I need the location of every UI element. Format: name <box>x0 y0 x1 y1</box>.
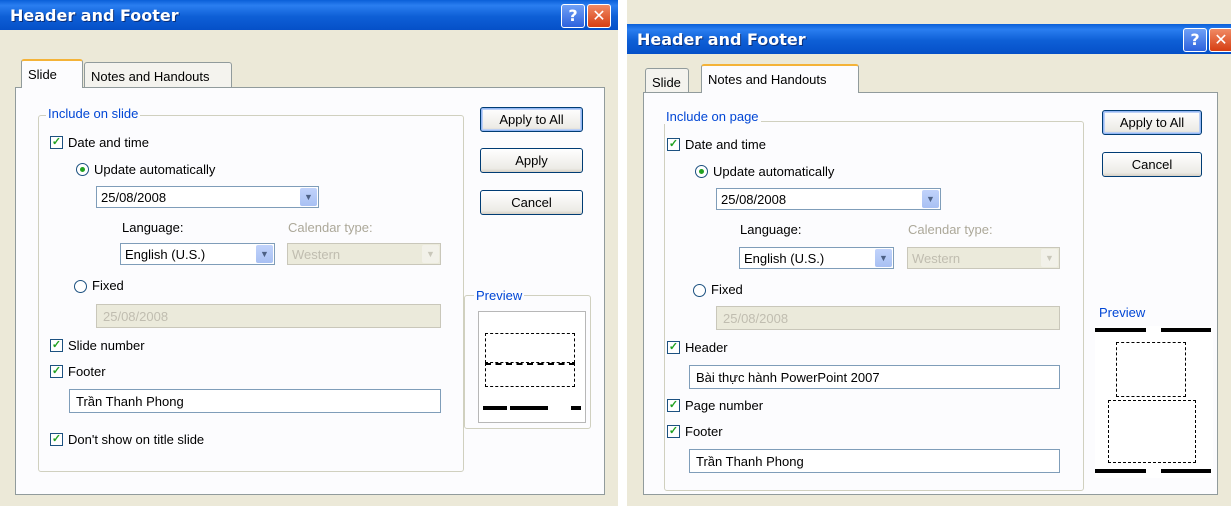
tab-notes-handouts[interactable]: Notes and Handouts <box>701 64 859 93</box>
calendar-type-label: Calendar type: <box>908 222 993 237</box>
apply-button[interactable]: Apply <box>480 148 583 173</box>
preview-footer-bar <box>510 406 548 410</box>
language-label: Language: <box>122 220 184 235</box>
chevron-down-icon: ▼ <box>1041 249 1058 267</box>
dialog-slide: Header and Footer ? ✕ Slide Notes and Ha… <box>0 0 618 506</box>
preview-notes-placeholder <box>1108 400 1196 463</box>
tab-slide[interactable]: Slide <box>21 59 83 88</box>
footer-label: Footer <box>68 364 106 379</box>
dialog-notes-handouts: Header and Footer ? ✕ Slide Notes and Ha… <box>627 0 1231 506</box>
date-time-checkbox[interactable]: ✓ <box>667 138 680 151</box>
apply-to-all-button[interactable]: Apply to All <box>1102 110 1202 135</box>
update-auto-radio[interactable] <box>695 165 708 178</box>
preview-number-bar <box>1161 469 1211 473</box>
preview-date-bar <box>1161 328 1211 332</box>
preview-label: Preview <box>474 288 525 303</box>
update-auto-label: Update automatically <box>713 164 835 179</box>
fixed-date-field: 25/08/2008 <box>716 306 1060 330</box>
language-value: English (U.S.) <box>744 251 825 266</box>
date-time-label: Date and time <box>68 135 149 150</box>
radio-selected-dot <box>699 169 704 174</box>
fixed-label: Fixed <box>711 282 743 297</box>
preview-header-bar <box>1095 328 1146 332</box>
dialog-title: Header and Footer <box>637 30 806 49</box>
calendar-type-select: Western ▼ <box>907 247 1060 269</box>
tab-panel: Include on slide ✓ Date and time Update … <box>15 87 605 495</box>
preview-label: Preview <box>1097 305 1148 320</box>
language-label: Language: <box>740 222 802 237</box>
calendar-type-value: Western <box>912 251 961 266</box>
header-label: Header <box>685 340 728 355</box>
header-input[interactable]: Bài thực hành PowerPoint 2007 <box>689 365 1060 389</box>
page-number-label: Page number <box>685 398 764 413</box>
radio-selected-dot <box>80 167 85 172</box>
footer-checkbox[interactable]: ✓ <box>50 365 63 378</box>
dont-show-title-checkbox[interactable]: ✓ <box>50 433 63 446</box>
slide-number-checkbox[interactable]: ✓ <box>50 339 63 352</box>
slide-preview <box>478 311 586 423</box>
preview-slide-placeholder <box>1116 342 1186 397</box>
chevron-down-icon: ▼ <box>256 245 273 263</box>
page-number-checkbox[interactable]: ✓ <box>667 399 680 412</box>
cancel-button[interactable]: Cancel <box>1102 152 1202 177</box>
chevron-down-icon: ▼ <box>922 190 939 208</box>
preview-footer-bar <box>1095 469 1146 473</box>
date-format-value: 25/08/2008 <box>721 192 787 207</box>
chevron-down-icon: ▼ <box>422 245 439 263</box>
header-checkbox[interactable]: ✓ <box>667 341 680 354</box>
help-icon[interactable]: ? <box>1183 28 1207 52</box>
tab-panel: Include on page ✓ Date and time Update a… <box>643 92 1218 495</box>
fixed-radio[interactable] <box>74 280 87 293</box>
calendar-type-label: Calendar type: <box>288 220 373 235</box>
include-group-label: Include on page <box>664 109 761 124</box>
preview-title-placeholder <box>485 333 575 363</box>
language-select[interactable]: English (U.S.) ▼ <box>739 247 894 269</box>
calendar-type-value: Western <box>292 247 341 262</box>
preview-body-placeholder <box>485 363 575 387</box>
footer-label: Footer <box>685 424 723 439</box>
fixed-label: Fixed <box>92 278 124 293</box>
date-time-label: Date and time <box>685 137 766 152</box>
date-format-select[interactable]: 25/08/2008 ▼ <box>96 186 319 208</box>
close-icon[interactable]: ✕ <box>1209 28 1231 52</box>
tab-notes-handouts[interactable]: Notes and Handouts <box>84 62 232 88</box>
cancel-button[interactable]: Cancel <box>480 190 583 215</box>
date-format-select[interactable]: 25/08/2008 ▼ <box>716 188 941 210</box>
dont-show-title-label: Don't show on title slide <box>68 432 205 447</box>
language-value: English (U.S.) <box>125 247 206 262</box>
slide-number-label: Slide number <box>68 338 145 353</box>
footer-checkbox[interactable]: ✓ <box>667 425 680 438</box>
handout-preview <box>1095 326 1213 478</box>
fixed-radio[interactable] <box>693 284 706 297</box>
date-format-value: 25/08/2008 <box>101 190 167 205</box>
footer-input[interactable]: Trần Thanh Phong <box>689 449 1060 473</box>
update-auto-radio[interactable] <box>76 163 89 176</box>
dialog-title: Header and Footer <box>10 6 179 25</box>
include-group-label: Include on slide <box>46 106 141 121</box>
fixed-date-field: 25/08/2008 <box>96 304 441 328</box>
tab-slide[interactable]: Slide <box>645 68 689 94</box>
preview-number-bar <box>571 406 581 410</box>
chevron-down-icon: ▼ <box>875 249 892 267</box>
language-select[interactable]: English (U.S.) ▼ <box>120 243 275 265</box>
title-bar: Header and Footer ? ✕ <box>627 24 1231 54</box>
apply-to-all-button[interactable]: Apply to All <box>480 107 583 132</box>
preview-date-bar <box>483 406 507 410</box>
close-icon[interactable]: ✕ <box>587 4 611 28</box>
update-auto-label: Update automatically <box>94 162 216 177</box>
chevron-down-icon: ▼ <box>300 188 317 206</box>
title-bar: Header and Footer ? ✕ <box>0 0 618 30</box>
calendar-type-select: Western ▼ <box>287 243 441 265</box>
footer-input[interactable]: Trần Thanh Phong <box>69 389 441 413</box>
date-time-checkbox[interactable]: ✓ <box>50 136 63 149</box>
help-icon[interactable]: ? <box>561 4 585 28</box>
